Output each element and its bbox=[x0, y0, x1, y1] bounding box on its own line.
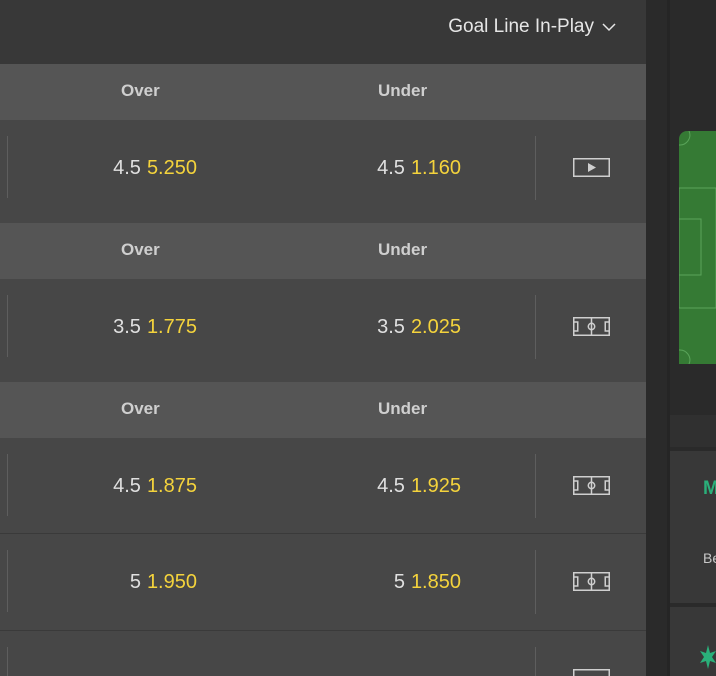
under-price: 1.160 bbox=[410, 157, 461, 179]
over-odds-button[interactable]: 3.5 1.775 bbox=[113, 316, 197, 339]
market-row: 4.5 5.250 4.5 1.160 bbox=[0, 120, 646, 223]
market-type-label: Goal Line In-Play bbox=[448, 16, 594, 37]
promo-card[interactable] bbox=[670, 451, 716, 603]
over-odds-button[interactable]: 4.5 5.250 bbox=[113, 157, 197, 180]
row-divider bbox=[535, 550, 536, 614]
pitch-icon[interactable] bbox=[573, 669, 610, 676]
under-line: 4.5 bbox=[377, 157, 405, 179]
over-column-header: Over bbox=[121, 240, 160, 259]
pitch-markings bbox=[679, 131, 716, 364]
over-column-header: Over bbox=[121, 81, 160, 100]
tracker-footer bbox=[670, 415, 716, 447]
market-row: 3.5 1.775 3.5 2.025 bbox=[0, 279, 646, 382]
market-row-partial bbox=[0, 631, 646, 676]
under-odds-button[interactable]: 4.5 1.925 bbox=[377, 475, 461, 498]
row-divider bbox=[7, 550, 8, 612]
under-price: 1.850 bbox=[410, 571, 461, 593]
under-line: 3.5 bbox=[377, 316, 405, 338]
over-odds-button[interactable]: 5 1.950 bbox=[130, 571, 197, 594]
under-column-header: Under bbox=[378, 399, 428, 418]
row-divider bbox=[535, 454, 536, 518]
promo-card-text: Be bbox=[703, 550, 716, 566]
over-line: 4.5 bbox=[113, 157, 141, 179]
starburst-icon bbox=[700, 645, 716, 669]
market-header-bar: Goal Line In-Play bbox=[0, 0, 646, 64]
column-header-row: Over Under bbox=[0, 223, 646, 279]
over-price: 5.250 bbox=[146, 157, 197, 179]
under-odds-button[interactable]: 3.5 2.025 bbox=[377, 316, 461, 339]
over-line: 5 bbox=[129, 571, 141, 593]
under-price: 1.925 bbox=[410, 475, 461, 497]
under-column-header: Under bbox=[378, 81, 428, 100]
under-column-header: Under bbox=[378, 240, 428, 259]
over-line: 4.5 bbox=[113, 475, 141, 497]
under-line: 4.5 bbox=[377, 475, 405, 497]
over-price: 1.775 bbox=[146, 316, 197, 338]
row-divider bbox=[535, 647, 536, 676]
market-row: 5 1.950 5 1.850 bbox=[0, 534, 646, 630]
over-odds-button[interactable]: 4.5 1.875 bbox=[113, 475, 197, 498]
row-divider bbox=[535, 295, 536, 359]
row-divider bbox=[535, 136, 536, 200]
market-type-dropdown[interactable]: Goal Line In-Play bbox=[448, 16, 616, 38]
row-divider bbox=[7, 454, 8, 516]
column-header-row: Over Under bbox=[0, 64, 646, 120]
column-header-row: Over Under bbox=[0, 382, 646, 438]
over-price: 1.950 bbox=[146, 571, 197, 593]
play-video-icon[interactable] bbox=[573, 158, 610, 177]
over-price: 1.875 bbox=[146, 475, 197, 497]
over-line: 3.5 bbox=[113, 316, 141, 338]
row-divider bbox=[7, 136, 8, 198]
under-odds-button[interactable]: 4.5 1.160 bbox=[377, 157, 461, 180]
promo-card-title: M bbox=[703, 478, 716, 499]
market-row: 4.5 1.875 4.5 1.925 bbox=[0, 438, 646, 533]
chevron-down-icon bbox=[602, 22, 616, 31]
under-price: 2.025 bbox=[410, 316, 461, 338]
over-column-header: Over bbox=[121, 399, 160, 418]
pitch-icon[interactable] bbox=[573, 572, 610, 591]
under-odds-button[interactable]: 5 1.850 bbox=[394, 571, 461, 594]
markets-panel: Goal Line In-Play Over Under 4.5 5.250 4.… bbox=[0, 0, 646, 676]
pitch-icon[interactable] bbox=[573, 317, 610, 336]
pitch-icon[interactable] bbox=[573, 476, 610, 495]
row-divider bbox=[7, 647, 8, 676]
row-divider bbox=[7, 295, 8, 357]
under-line: 5 bbox=[393, 571, 405, 593]
